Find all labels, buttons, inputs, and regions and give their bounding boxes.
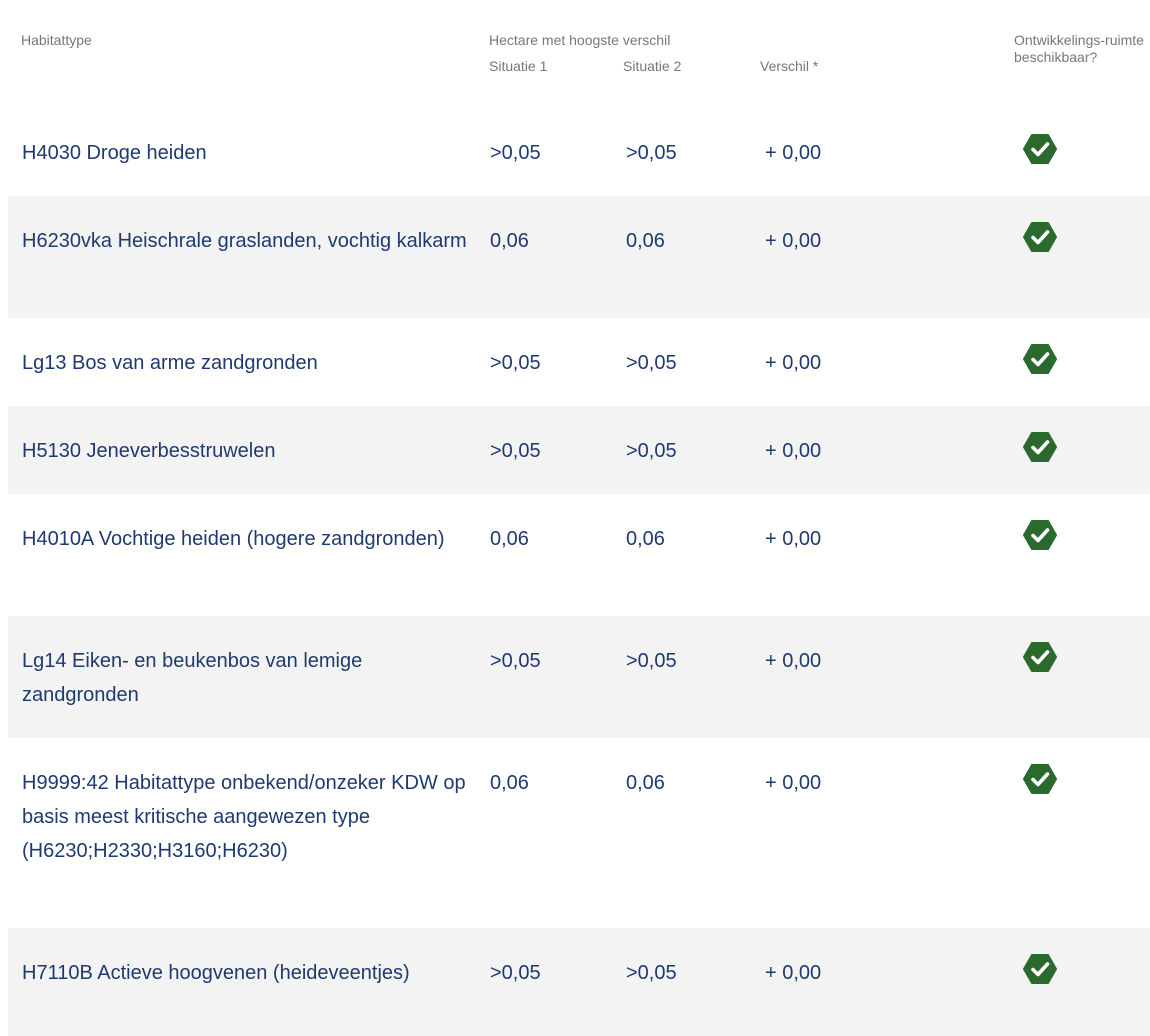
verschil-value: + 0,00 — [765, 650, 822, 672]
verschil-value: + 0,00 — [765, 352, 822, 374]
situatie-1-value: 0,06 — [490, 230, 529, 252]
verschil-value: + 0,00 — [765, 230, 822, 252]
situatie-1-value: 0,06 — [490, 772, 529, 794]
verschil-value: + 0,00 — [765, 440, 822, 462]
habitat-name: H7110B Actieve hoogvenen (heideveentjes) — [22, 962, 410, 984]
check-icon — [1023, 642, 1057, 672]
habitat-name: H4010A Vochtige heiden (hogere zandgrond… — [22, 528, 445, 550]
verschil-value: + 0,00 — [765, 962, 822, 984]
check-icon — [1023, 344, 1057, 374]
habitat-name: H5130 Jeneverbesstruwelen — [22, 440, 276, 462]
situatie-1-value: >0,05 — [490, 650, 541, 672]
situatie-2-value: >0,05 — [626, 650, 677, 672]
situatie-1-value: >0,05 — [490, 962, 541, 984]
situatie-1-value: >0,05 — [490, 440, 541, 462]
check-icon — [1023, 954, 1057, 984]
verschil-value: + 0,00 — [765, 142, 822, 164]
verschil-value: + 0,00 — [765, 772, 822, 794]
table-row: H4030 Droge heiden >0,05 >0,05 + 0,00 — [8, 108, 1150, 196]
header-hectare: Hectare met hoogste verschil — [489, 32, 671, 48]
table-row: Lg14 Eiken- en beukenbos van lemige zand… — [8, 616, 1150, 738]
situatie-2-value: >0,05 — [626, 440, 677, 462]
table-body: H4030 Droge heiden >0,05 >0,05 + 0,00 H6230v… — [8, 108, 1150, 1036]
situatie-2-value: 0,06 — [626, 772, 665, 794]
check-icon — [1023, 520, 1057, 550]
table-row: Lg13 Bos van arme zandgronden >0,05 >0,05 +… — [8, 318, 1150, 406]
table-row: H7110B Actieve hoogvenen (heideveentjes)… — [8, 928, 1150, 1036]
situatie-2-value: 0,06 — [626, 528, 665, 550]
check-icon — [1023, 134, 1057, 164]
header-ontwikkelingsruimte: Ontwikkelings-ruimte beschikbaar? — [1014, 32, 1144, 65]
header-verschil: Verschil * — [760, 58, 819, 74]
habitat-table: Habitattype Hectare met hoogste verschil… — [8, 20, 1150, 1036]
check-icon — [1023, 432, 1057, 462]
table-row: H6230vka Heischrale graslanden, vochtig … — [8, 196, 1150, 318]
header-situatie-2: Situatie 2 — [623, 58, 682, 74]
table-row: H9999:42 Habitattype onbekend/onzeker KD… — [8, 738, 1150, 928]
verschil-value: + 0,00 — [765, 528, 822, 550]
situatie-1-value: >0,05 — [490, 352, 541, 374]
situatie-2-value: 0,06 — [626, 230, 665, 252]
table-header: Habitattype Hectare met hoogste verschil… — [8, 20, 1150, 108]
situatie-2-value: >0,05 — [626, 352, 677, 374]
habitat-name: H4030 Droge heiden — [22, 142, 207, 164]
check-icon — [1023, 222, 1057, 252]
habitat-name: H6230vka Heischrale graslanden, vochtig … — [22, 230, 467, 252]
habitat-name: Lg14 Eiken- en beukenbos van lemige zand… — [22, 650, 363, 706]
situatie-1-value: 0,06 — [490, 528, 529, 550]
situatie-2-value: >0,05 — [626, 962, 677, 984]
check-icon — [1023, 764, 1057, 794]
table-row: H5130 Jeneverbesstruwelen >0,05 >0,05 + 0,0… — [8, 406, 1150, 494]
header-habitattype: Habitattype — [21, 32, 92, 48]
habitat-name: H9999:42 Habitattype onbekend/onzeker KD… — [22, 772, 466, 862]
table-row: H4010A Vochtige heiden (hogere zandgrond… — [8, 494, 1150, 616]
habitat-name: Lg13 Bos van arme zandgronden — [22, 352, 318, 374]
situatie-2-value: >0,05 — [626, 142, 677, 164]
situatie-1-value: >0,05 — [490, 142, 541, 164]
header-situatie-1: Situatie 1 — [489, 58, 548, 74]
